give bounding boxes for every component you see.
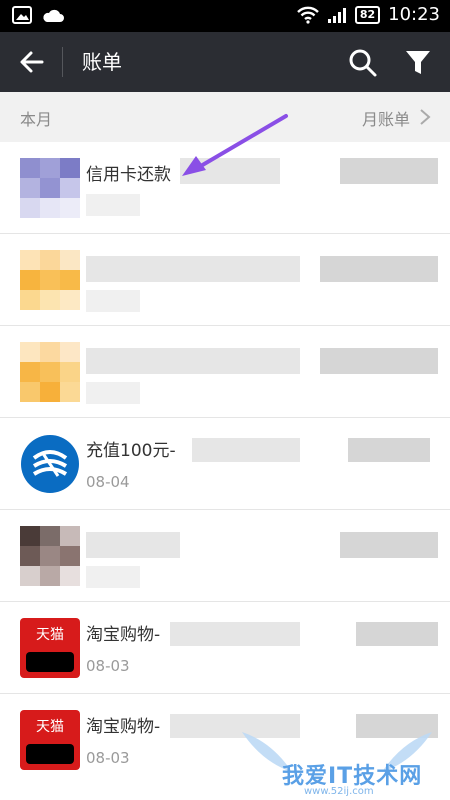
avatar (20, 158, 80, 218)
gallery-icon (12, 6, 32, 24)
blurred-amount (320, 348, 438, 374)
list-item[interactable] (0, 234, 450, 326)
transaction-list: 信用卡还款 充值100元- 08-04 天猫 淘宝购物- 08-03 天猫 淘宝… (0, 142, 450, 786)
battery-indicator: 82 (354, 5, 381, 24)
list-item[interactable]: 充值100元- 08-04 (0, 418, 450, 510)
transaction-date: 08-03 (86, 657, 130, 675)
blurred-text (170, 622, 300, 646)
tmall-face (26, 652, 74, 672)
page-title: 账单 (82, 50, 122, 74)
transaction-title: 淘宝购物- (86, 625, 161, 645)
blurred-date (86, 290, 140, 312)
transaction-title: 信用卡还款 (86, 165, 171, 185)
header-divider (62, 47, 63, 77)
status-bar: 82 10:23 (0, 0, 450, 32)
china-mobile-icon (21, 435, 79, 493)
blurred-amount (320, 256, 438, 282)
filter-icon[interactable] (402, 46, 434, 78)
tmall-label: 天猫 (36, 627, 64, 643)
chevron-right-icon[interactable] (418, 108, 432, 126)
watermark-url: www.52ij.com (304, 786, 374, 797)
blurred-text (192, 438, 300, 462)
app-header: 账单 (0, 32, 450, 92)
blurred-amount (340, 532, 438, 558)
transaction-title: 淘宝购物- (86, 717, 161, 737)
blurred-amount (356, 622, 438, 646)
transaction-date: 08-03 (86, 749, 130, 767)
annotation-arrow (182, 114, 288, 176)
monthly-bill-link[interactable]: 月账单 (362, 106, 410, 130)
wifi-icon (296, 6, 319, 24)
blurred-text (86, 256, 300, 282)
avatar (20, 526, 80, 586)
blurred-amount (348, 438, 430, 462)
status-time: 10:23 (388, 4, 440, 25)
tmall-icon: 天猫 (20, 710, 80, 770)
transaction-date: 08-04 (86, 473, 130, 491)
blurred-date (86, 194, 140, 216)
blurred-text (86, 348, 300, 374)
weather-cloud-icon (43, 9, 64, 22)
tmall-face (26, 744, 74, 764)
avatar (20, 342, 80, 402)
list-item[interactable]: 天猫 淘宝购物- 08-03 (0, 602, 450, 694)
blurred-date (86, 382, 140, 404)
tmall-label: 天猫 (36, 719, 64, 735)
avatar (20, 250, 80, 310)
month-label: 本月 (20, 110, 53, 129)
list-item[interactable] (0, 510, 450, 602)
signal-icon (327, 7, 346, 23)
blurred-text (86, 532, 180, 558)
list-item[interactable] (0, 326, 450, 418)
transaction-title: 充值100元- (86, 441, 176, 461)
search-icon[interactable] (346, 46, 378, 78)
tmall-icon: 天猫 (20, 618, 80, 678)
blurred-date (86, 566, 140, 588)
blurred-amount (340, 158, 438, 184)
back-arrow-icon[interactable] (16, 46, 48, 78)
